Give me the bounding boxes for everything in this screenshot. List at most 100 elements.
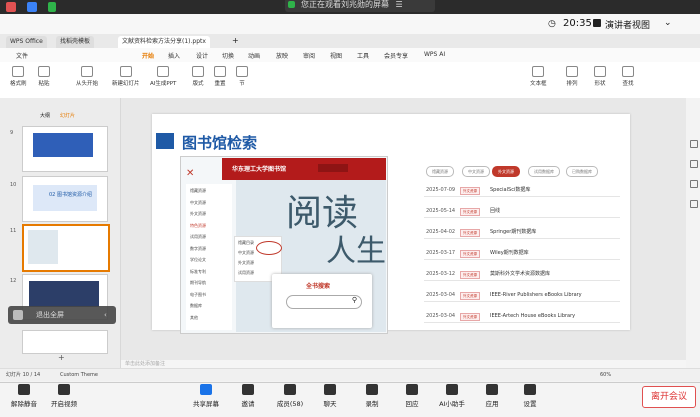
menu-file[interactable]: 文件 (16, 51, 28, 60)
news-row[interactable]: 2025-05-14 外文资源 回线 (424, 205, 620, 218)
play-from-start-button[interactable]: 从头开始 (76, 66, 98, 87)
side-tool-icon[interactable] (690, 140, 698, 148)
new-slide-button[interactable]: 新建幻灯片 (112, 66, 140, 87)
menu-tools[interactable]: 工具 (357, 51, 369, 60)
meeting-invite-button[interactable]: 邀请 (228, 384, 268, 408)
share-indicator-icon (288, 1, 295, 8)
title-accent-bar (156, 133, 174, 149)
filter-tab[interactable]: 中文资源 (462, 166, 490, 177)
menu-slideshow[interactable]: 放映 (276, 51, 288, 60)
tab-pptx-file[interactable]: 文献资料检索方法分享(1).pptx (118, 36, 210, 48)
meeting-tool-label: 回应 (405, 400, 419, 408)
members-icon (284, 384, 296, 395)
tab-docer-template[interactable]: 找稻壳模板 (56, 36, 95, 48)
menu-insert[interactable]: 插入 (168, 51, 180, 60)
side-tool-icon[interactable] (690, 200, 698, 208)
menu-icon[interactable]: ☰ (396, 0, 403, 9)
side-tool-icon[interactable] (690, 160, 698, 168)
format-painter-button[interactable]: 格式刷 (10, 66, 27, 87)
arrange-icon (566, 66, 578, 77)
filter-tab[interactable]: 已购数据库 (566, 166, 598, 177)
filter-tab[interactable]: 试用数据库 (528, 166, 560, 177)
slide-thumb-9[interactable] (22, 126, 108, 172)
news-row[interactable]: 2025-03-04 外文资源 IEEE-River Publishers eBoo… (424, 289, 620, 302)
slide-info: 幻灯片 10 / 14 (6, 372, 41, 378)
news-date: 2025-03-12 (426, 271, 456, 277)
news-row[interactable]: 2025-04-02 外文资源 Springer期刊数据库 (424, 226, 620, 239)
meeting-tool-label: 应用 (485, 400, 499, 408)
menu-member[interactable]: 会员专享 (384, 51, 408, 60)
textbox-button[interactable]: 文本框 (530, 66, 547, 87)
filter-tab[interactable]: 馆藏资源 (426, 166, 454, 177)
filter-tab[interactable]: 外文资源 (492, 166, 520, 177)
find-button[interactable]: 查找 (622, 66, 634, 87)
thumb-number: 12 (10, 278, 17, 284)
zoom-level[interactable]: 60% (600, 369, 611, 381)
menu-home[interactable]: 开始 (142, 51, 154, 60)
menu-design[interactable]: 设计 (196, 51, 208, 60)
meeting-microphone-muted-button[interactable]: 解除静音 (4, 384, 44, 408)
thumb-number: 10 (10, 182, 17, 188)
news-row[interactable]: 2025-07-09 外文资源 SpecialSci数据库 (424, 184, 620, 197)
ai-ppt-button[interactable]: AI生成PPT (150, 66, 176, 87)
shape-button[interactable]: 形状 (594, 66, 606, 87)
meeting-tool-label: 共享屏幕 (193, 400, 219, 408)
apps-icon (486, 384, 498, 395)
news-row[interactable]: 2025-03-17 外文资源 Wiley期刊数据库 (424, 247, 620, 260)
side-menu-item: 数据库 (190, 303, 202, 308)
meeting-members-button[interactable]: 成员(58) (270, 384, 310, 408)
submenu-item: 中文资源 (238, 250, 254, 255)
invite-icon (242, 384, 254, 395)
tab-strip (0, 34, 700, 48)
notes-area[interactable]: 单击此处添加备注 (121, 360, 686, 368)
slide-thumb-10[interactable]: 02 图书馆资源介绍 (22, 176, 108, 222)
meeting-record-button[interactable]: 录制 (352, 384, 392, 408)
screen-share-banner[interactable]: 您正在观看刘兆勋的屏幕 ☰ (285, 0, 435, 12)
side-tool-icon[interactable] (690, 180, 698, 188)
tab-outline[interactable]: 大纲 (40, 112, 50, 119)
side-menu-item: 其他 (190, 314, 198, 320)
exit-fullscreen-overlay[interactable]: 退出全屏 ‹ (8, 306, 116, 324)
menu-wps-ai[interactable]: WPS AI (424, 51, 445, 58)
thumb-image (29, 281, 99, 307)
tab-slides[interactable]: 幻灯片 (60, 112, 75, 119)
slide-title[interactable]: 图书馆检索 (182, 132, 257, 153)
meeting-settings-button[interactable]: 设置 (510, 384, 550, 408)
news-row[interactable]: 2025-03-12 外文资源 莫斯科外文学术资源数据库 (424, 268, 620, 281)
paste-button[interactable]: 粘贴 (38, 66, 50, 87)
add-slide-icon[interactable]: + (58, 353, 65, 362)
meeting-share-screen-button[interactable]: 共享屏幕 (186, 384, 226, 408)
meeting-reaction-button[interactable]: 回应 (392, 384, 432, 408)
slide-thumb-11-selected[interactable] (22, 224, 110, 272)
reset-button[interactable]: 重置 (214, 66, 226, 87)
collapse-icon[interactable]: ‹ (104, 306, 107, 324)
play-icon (81, 66, 93, 77)
meeting-camera-off-button[interactable]: 开启视频 (44, 384, 84, 408)
app-icon (6, 2, 16, 12)
meeting-apps-button[interactable]: 应用 (472, 384, 512, 408)
section-button[interactable]: 节 (236, 66, 248, 87)
menu-view[interactable]: 视图 (330, 51, 342, 60)
tab-wps-office[interactable]: WPS Office (6, 36, 47, 48)
search-icon: ⚲ (351, 296, 357, 304)
presenter-view-label[interactable]: 演讲者视图 (605, 18, 650, 31)
leave-meeting-button[interactable]: 离开会议 (642, 386, 696, 408)
layout-button[interactable]: 版式 (192, 66, 204, 87)
meeting-tool-label: 聊天 (323, 400, 337, 408)
presenter-view-icon (593, 19, 601, 27)
meeting-chat-button[interactable]: 聊天 (310, 384, 350, 408)
chevron-down-icon[interactable]: ⌄ (664, 18, 672, 28)
news-tag: 外文资源 (460, 313, 480, 321)
close-icon: ✕ (186, 168, 195, 179)
menu-review[interactable]: 审阅 (303, 51, 315, 60)
menu-animation[interactable]: 动画 (248, 51, 260, 60)
news-title: 回线 (490, 208, 501, 214)
news-tag: 外文资源 (460, 271, 480, 279)
new-tab-icon[interactable]: + (232, 36, 239, 45)
slide-thumb-13[interactable] (22, 330, 108, 354)
news-date: 2025-03-04 (426, 313, 456, 319)
arrange-button[interactable]: 排列 (566, 66, 578, 87)
menu-transition[interactable]: 切换 (222, 51, 234, 60)
meeting-ai-assistant-button[interactable]: AI小助手 (432, 384, 472, 408)
news-row[interactable]: 2025-03-04 外文资源 IEEE-Artech House eBooks L… (424, 310, 620, 323)
